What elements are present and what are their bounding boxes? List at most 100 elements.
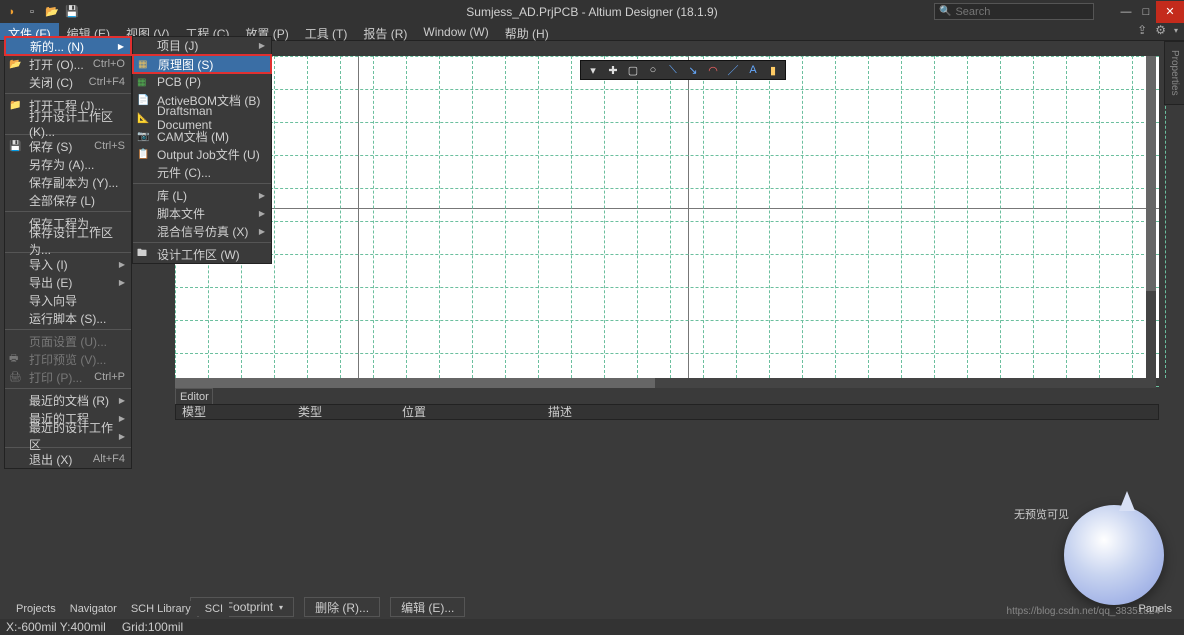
submenu-draftsman[interactable]: 📐Draftsman Document — [133, 109, 271, 127]
submenu-schematic[interactable]: ▦原理图 (S) — [132, 54, 272, 74]
tab-sch-library[interactable]: SCH Library — [125, 601, 197, 617]
schematic-toolbar: ▾ ✚ ▢ ○ ⟍ ↘ ◠ ／ A ▮ — [580, 60, 786, 80]
tab-properties[interactable]: Properties — [1164, 41, 1184, 105]
tool-line[interactable]: ／ — [723, 61, 743, 79]
save-menu-icon: 💾 — [9, 141, 23, 152]
menu-recent-workspaces[interactable]: 最近的设计工作区▶ — [5, 427, 131, 445]
col-location[interactable]: 位置 — [396, 405, 542, 419]
status-coords: X:-600mil Y:400mil — [6, 620, 106, 634]
window-controls: — □ ✕ — [1116, 1, 1184, 23]
tool-component[interactable]: ▮ — [763, 61, 783, 79]
submenu-workspace[interactable]: 🖿设计工作区 (W) — [133, 245, 271, 263]
tool-circle[interactable]: ○ — [643, 61, 663, 79]
menu-new-label: 新的... (N) — [30, 38, 84, 55]
scrollbar-thumb[interactable] — [1146, 56, 1156, 291]
search-icon: 🔍 — [935, 6, 955, 17]
app-icon: ◗ — [4, 4, 20, 20]
maximize-button[interactable]: □ — [1136, 1, 1156, 23]
project-icon: 📁 — [9, 100, 23, 111]
save-icon[interactable]: 💾 — [64, 4, 80, 20]
no-preview-text: 无预览可见 — [1014, 506, 1069, 522]
submenu-outputjob[interactable]: 📋Output Job文件 (U) — [133, 145, 271, 163]
remove-button[interactable]: 删除 (R)... — [304, 597, 380, 617]
menu-window[interactable]: Window (W) — [415, 23, 496, 40]
submenu-project[interactable]: 项目 (J)▶ — [133, 37, 271, 55]
menu-report[interactable]: 报告 (R) — [355, 23, 415, 40]
minimize-button[interactable]: — — [1116, 1, 1136, 23]
tool-text[interactable]: A — [743, 61, 763, 79]
file-menu-dropdown: 新的... (N) ▶ 📂打开 (O)...Ctrl+O 关闭 (C)Ctrl+… — [4, 36, 132, 469]
search-input[interactable] — [955, 6, 1093, 18]
submenu-pcb[interactable]: ▦PCB (P) — [133, 73, 271, 91]
close-button[interactable]: ✕ — [1156, 1, 1184, 23]
menu-export[interactable]: 导出 (E)▶ — [5, 273, 131, 291]
tool-arc[interactable]: ◠ — [703, 61, 723, 79]
editor-header: 模型 类型 位置 描述 — [175, 404, 1159, 420]
menu-save-copy[interactable]: 保存副本为 (Y)... — [5, 173, 131, 191]
edit-button[interactable]: 编辑 (E)... — [390, 597, 465, 617]
submenu-arrow-icon: ▶ — [119, 260, 125, 269]
submenu-cam[interactable]: 📷CAM文档 (M) — [133, 127, 271, 145]
submenu-arrow-icon: ▶ — [259, 209, 265, 218]
menu-save-workspace[interactable]: 保存设计工作区为... — [5, 232, 131, 250]
panels-button[interactable]: Panels — [1132, 601, 1178, 617]
scrollbar-thumb[interactable] — [175, 378, 655, 388]
submenu-arrow-icon: ▶ — [119, 432, 125, 441]
cam-icon: 📷 — [137, 131, 151, 142]
menu-exit[interactable]: 退出 (X)Alt+F4 — [5, 450, 131, 468]
right-panel-tabs: Properties — [1164, 41, 1184, 105]
dropdown-icon[interactable]: ▾ — [1174, 26, 1178, 35]
menu-import-wizard[interactable]: 导入向导 — [5, 291, 131, 309]
menu-recent-docs[interactable]: 最近的文档 (R)▶ — [5, 391, 131, 409]
menu-import[interactable]: 导入 (I)▶ — [5, 255, 131, 273]
editor-panel: Editor 模型 类型 位置 描述 无预览可见 — [175, 388, 1159, 580]
tool-select[interactable]: ▾ — [583, 61, 603, 79]
open-icon[interactable]: 📂 — [44, 4, 60, 20]
menu-save[interactable]: 💾保存 (S)Ctrl+S — [5, 137, 131, 155]
settings-icon[interactable]: ⚙ — [1155, 23, 1166, 37]
submenu-library[interactable]: 库 (L)▶ — [133, 186, 271, 204]
tool-move[interactable]: ✚ — [603, 61, 623, 79]
menu-run-script[interactable]: 运行脚本 (S)... — [5, 309, 131, 327]
new-file-icon[interactable]: ▫ — [24, 4, 40, 20]
tool-wire[interactable]: ⟍ — [663, 61, 683, 79]
menu-open[interactable]: 📂打开 (O)...Ctrl+O — [5, 55, 131, 73]
menu-save-as[interactable]: 另存为 (A)... — [5, 155, 131, 173]
scrollbar-horizontal[interactable] — [175, 378, 1156, 388]
menu-help[interactable]: 帮助 (H) — [497, 23, 557, 40]
menu-page-setup: 页面设置 (U)... — [5, 332, 131, 350]
tool-net[interactable]: ↘ — [683, 61, 703, 79]
col-model[interactable]: 模型 — [176, 405, 292, 419]
tab-sch[interactable]: SCI — [199, 601, 229, 617]
menu-save-all[interactable]: 全部保存 (L) — [5, 191, 131, 209]
schematic-canvas[interactable] — [175, 56, 1159, 378]
search-box[interactable]: 🔍 — [934, 3, 1094, 20]
col-desc[interactable]: 描述 — [542, 405, 1158, 419]
new-submenu-dropdown: 项目 (J)▶ ▦原理图 (S) ▦PCB (P) 📄ActiveBOM文档 (… — [132, 36, 272, 264]
titlebar-quick-icons: ◗ ▫ 📂 💾 — [0, 4, 80, 20]
share-icon[interactable]: ⇪ — [1137, 23, 1147, 37]
menu-tools[interactable]: 工具 (T) — [297, 23, 356, 40]
scrollbar-vertical[interactable] — [1146, 56, 1156, 378]
submenu-arrow-icon: ▶ — [259, 191, 265, 200]
print-icon: 🖨 — [9, 372, 23, 383]
submenu-mixedsim[interactable]: 混合信号仿真 (X)▶ — [133, 222, 271, 240]
editor-body: 无预览可见 — [175, 420, 1159, 580]
tab-navigator[interactable]: Navigator — [64, 601, 123, 617]
col-type[interactable]: 类型 — [292, 405, 396, 419]
menu-close[interactable]: 关闭 (C)Ctrl+F4 — [5, 73, 131, 91]
menu-print-preview: 🖶打印预览 (V)... — [5, 350, 131, 368]
tool-rect[interactable]: ▢ — [623, 61, 643, 79]
submenu-component[interactable]: 元件 (C)... — [133, 163, 271, 181]
statusbar: X:-600mil Y:400mil Grid:100mil — [0, 619, 1184, 635]
preview-icon: 🖶 — [9, 351, 23, 368]
menu-new[interactable]: 新的... (N) ▶ — [4, 36, 132, 56]
editor-tab[interactable]: Editor — [175, 388, 213, 404]
submenu-arrow-icon: ▶ — [259, 41, 265, 50]
menu-open-workspace[interactable]: 打开设计工作区 (K)... — [5, 114, 131, 132]
bom-icon: 📄 — [137, 95, 151, 106]
tab-projects[interactable]: Projects — [10, 601, 62, 617]
status-grid: Grid:100mil — [122, 620, 183, 634]
submenu-script[interactable]: 脚本文件▶ — [133, 204, 271, 222]
submenu-arrow-icon: ▶ — [119, 396, 125, 405]
